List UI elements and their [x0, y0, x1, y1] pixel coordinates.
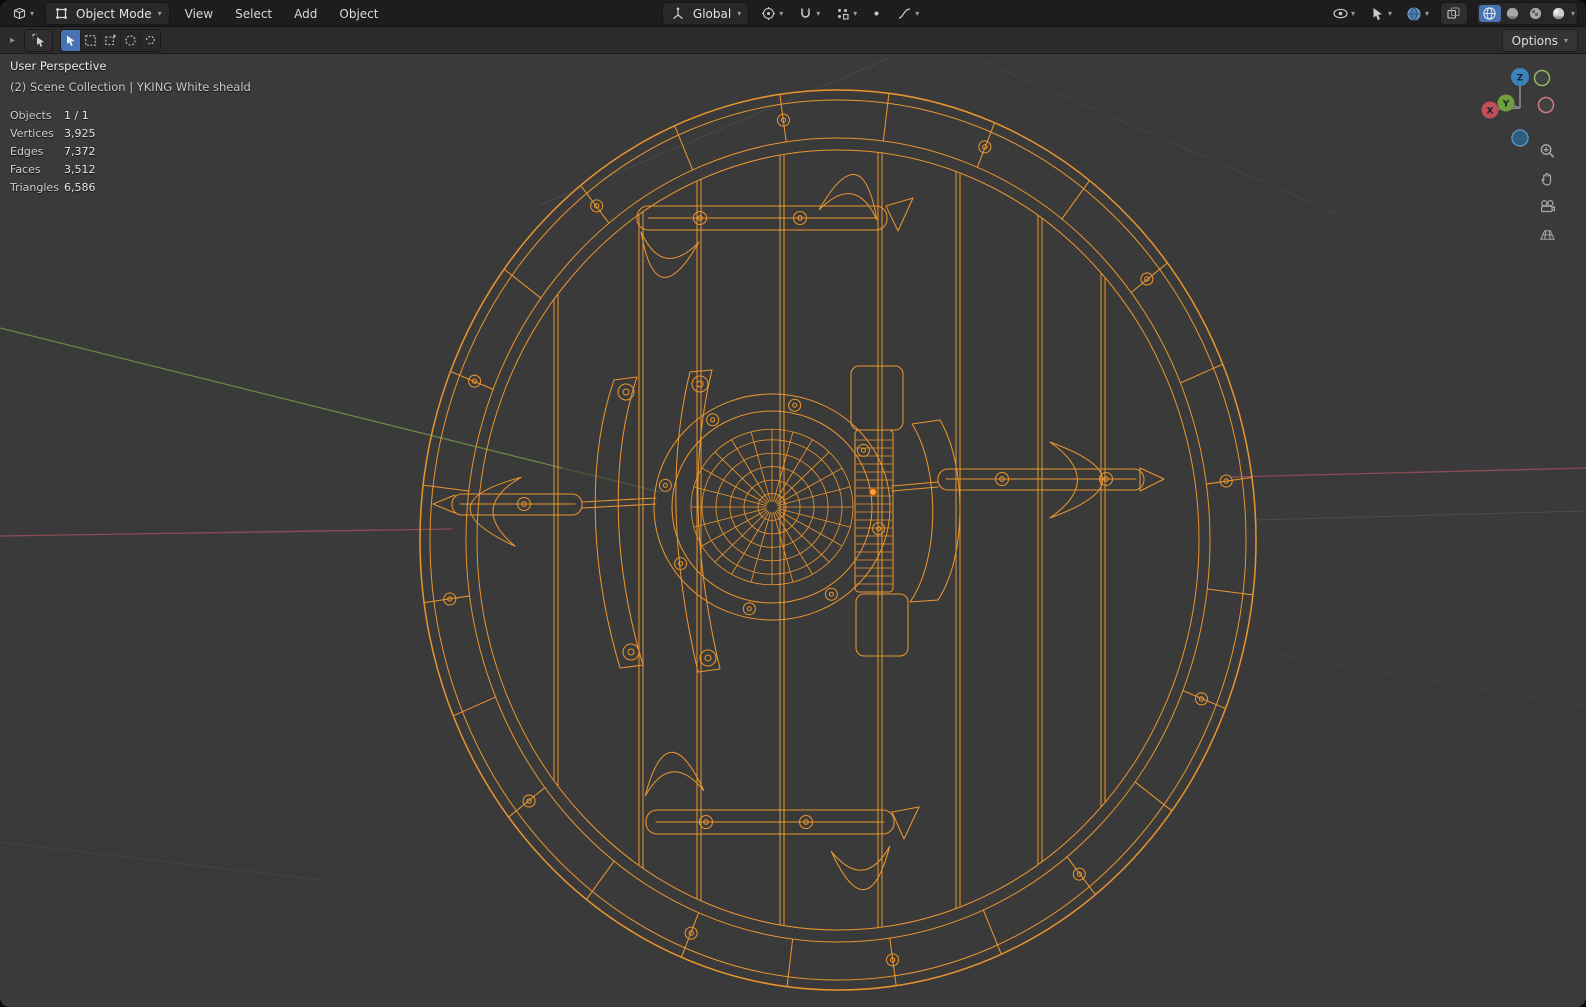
zoom-icon[interactable] — [1539, 142, 1556, 159]
orientation-global-icon — [670, 5, 687, 22]
pan-hand-icon[interactable] — [1539, 170, 1556, 187]
chevron-down-icon: ▾ — [1570, 8, 1575, 18]
select-mode-lasso[interactable] — [141, 30, 160, 51]
options-label: Options — [1511, 33, 1558, 48]
editor-type-selector[interactable]: ▾ — [8, 5, 37, 22]
shading-rendered-button[interactable] — [1548, 5, 1570, 22]
collection-breadcrumb: (2) Scene Collection | YKING White sheal… — [10, 80, 251, 94]
chevron-down-icon: ▾ — [737, 8, 742, 18]
stat-row: Objects 1 / 1 — [10, 106, 96, 124]
shading-solid-button[interactable] — [1502, 5, 1524, 22]
chevron-down-icon: ▾ — [779, 8, 784, 18]
stat-value: 7,372 — [64, 144, 96, 158]
gizmo-axis-neg-z[interactable] — [1511, 129, 1529, 147]
stat-value: 1 / 1 — [64, 108, 89, 122]
magnet-icon — [797, 5, 814, 22]
options-dropdown[interactable]: Options ▾ — [1501, 29, 1578, 52]
gizmo-axis-neg-x[interactable] — [1537, 96, 1555, 114]
object-visibility-dropdown[interactable]: ▾ — [1329, 5, 1358, 22]
stat-row: Triangles 6,586 — [10, 178, 96, 196]
gizmo-cursor-icon — [1369, 5, 1386, 22]
snap-dropdown[interactable]: ▾ — [794, 5, 823, 22]
tool-settings-bar: ▸ Options ▾ — [0, 27, 1586, 54]
viewport-canvas[interactable] — [0, 54, 1586, 1007]
chevron-down-icon: ▾ — [157, 8, 162, 18]
mode-dropdown-label: Object Mode — [76, 6, 152, 21]
viewport-shading-group: ▾ — [1475, 2, 1578, 25]
chevron-down-icon: ▾ — [816, 8, 821, 18]
overlays-globe-icon — [1406, 5, 1423, 22]
gizmo-z-label: Z — [1517, 74, 1524, 84]
select-mode-tweak[interactable] — [61, 30, 82, 51]
chevron-down-icon: ▾ — [1563, 35, 1568, 45]
stat-row: Vertices 3,925 — [10, 124, 96, 142]
gizmo-x-label: X — [1487, 107, 1494, 117]
gizmo-axis-neg-y[interactable] — [1533, 69, 1551, 87]
overlays-dropdown[interactable]: ▾ — [1403, 5, 1432, 22]
shading-material-button[interactable] — [1525, 5, 1547, 22]
chevron-down-icon: ▾ — [915, 8, 920, 18]
scene-statistics: Objects 1 / 1 Vertices 3,925 Edges 7,372 Fa… — [10, 106, 96, 196]
orthographic-grid-icon[interactable] — [1539, 226, 1556, 243]
chevron-down-icon: ▾ — [1424, 8, 1429, 18]
menu-object[interactable]: Object — [332, 1, 385, 27]
viewport-header: ▾ Object Mode ▾ View Select Add Object G… — [0, 0, 1586, 27]
view-perspective-label: User Perspective — [10, 59, 107, 73]
snap-target-dropdown[interactable]: ▾ — [831, 5, 860, 22]
select-mode-box-add[interactable] — [101, 30, 122, 51]
proportional-editing-icon[interactable] — [868, 5, 885, 22]
navigation-gizmo[interactable]: Z Y X — [1480, 62, 1564, 148]
stat-row: Faces 3,512 — [10, 160, 96, 178]
eye-icon — [1332, 5, 1349, 22]
proportional-falloff-dropdown[interactable]: ▾ — [893, 5, 922, 22]
stat-label: Objects — [10, 108, 52, 122]
blender-window: ▾ Object Mode ▾ View Select Add Object G… — [0, 0, 1586, 1007]
shading-wireframe-button[interactable] — [1478, 5, 1501, 22]
transform-orientation-dropdown[interactable]: Global ▾ — [661, 2, 750, 25]
stat-row: Edges 7,372 — [10, 142, 96, 160]
viewport-3d[interactable]: User Perspective (2) Scene Collection | … — [0, 54, 1586, 1007]
falloff-curve-icon — [896, 5, 913, 22]
xray-toggle-button[interactable] — [1439, 2, 1468, 25]
select-mode-group — [60, 29, 162, 52]
chevron-down-icon: ▾ — [853, 8, 858, 18]
snap-grid-icon — [834, 5, 851, 22]
chevron-down-icon: ▾ — [1350, 8, 1355, 18]
menu-select[interactable]: Select — [228, 1, 279, 27]
select-mode-circle[interactable] — [121, 30, 142, 51]
chevron-down-icon: ▾ — [30, 8, 35, 18]
stat-value: 3,512 — [64, 162, 96, 176]
chevron-down-icon: ▾ — [1387, 8, 1392, 18]
object-mode-icon — [53, 5, 70, 22]
select-mode-box[interactable] — [81, 30, 102, 51]
stat-label: Vertices — [10, 126, 54, 140]
toolbar-expander[interactable]: ▸ — [8, 35, 17, 46]
gizmos-dropdown[interactable]: ▾ — [1366, 5, 1395, 22]
gizmo-y-label: Y — [1502, 100, 1510, 110]
menu-view[interactable]: View — [178, 1, 220, 27]
camera-view-icon[interactable] — [1539, 198, 1556, 215]
editor-type-icon — [11, 5, 28, 22]
orientation-label: Global — [692, 6, 732, 21]
viewport-hud: User Perspective (2) Scene Collection | … — [10, 59, 251, 94]
pivot-point-dropdown[interactable]: ▾ — [757, 5, 786, 22]
viewport-side-tools — [1539, 142, 1556, 243]
stat-label: Edges — [10, 144, 44, 158]
active-tool-button[interactable] — [24, 29, 54, 52]
menu-add[interactable]: Add — [287, 1, 324, 27]
stat-label: Faces — [10, 162, 41, 176]
mode-dropdown[interactable]: Object Mode ▾ — [45, 2, 170, 25]
stat-value: 6,586 — [64, 180, 96, 194]
pivot-point-icon — [760, 5, 777, 22]
stat-label: Triangles — [10, 180, 59, 194]
stat-value: 3,925 — [64, 126, 96, 140]
